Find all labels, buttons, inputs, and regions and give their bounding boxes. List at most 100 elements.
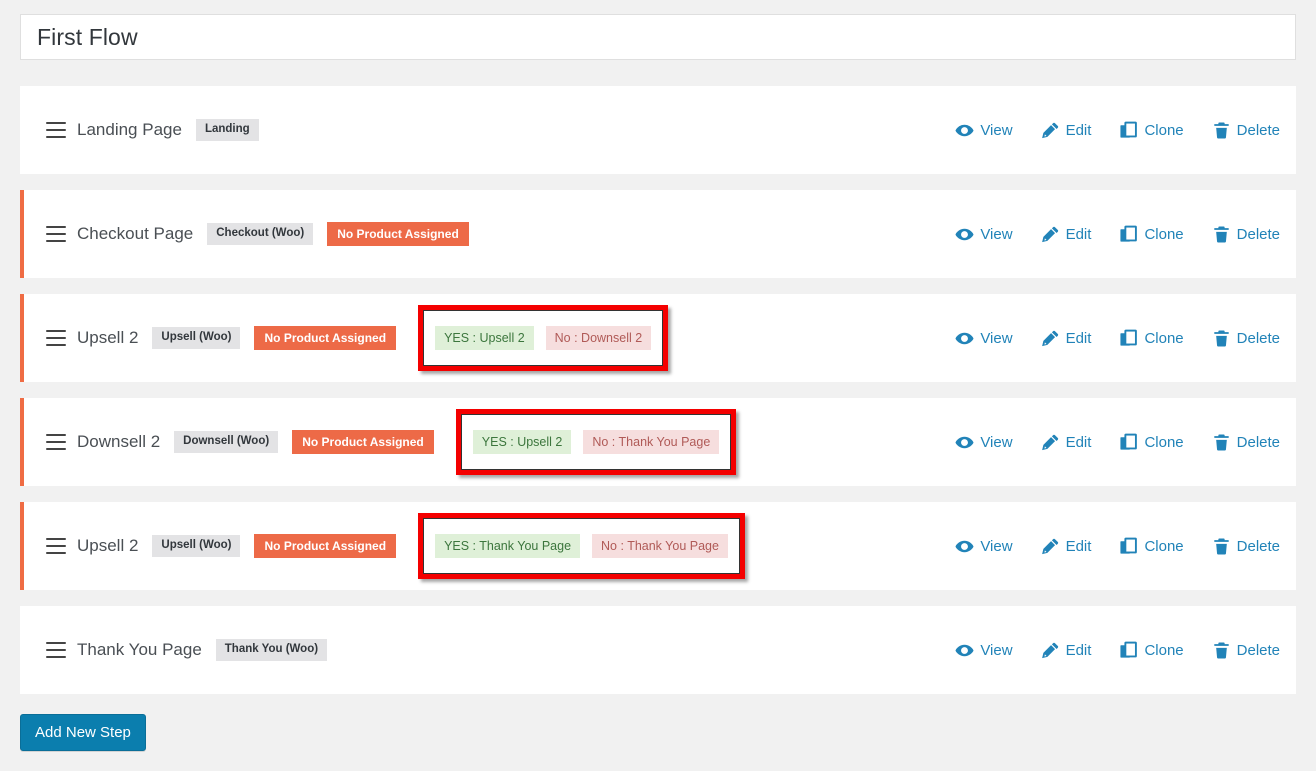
view-action[interactable]: View — [955, 225, 1012, 244]
copy-icon — [1119, 121, 1138, 140]
eye-icon — [955, 641, 974, 660]
pencil-icon — [1041, 537, 1060, 556]
edit-action[interactable]: Edit — [1041, 329, 1092, 348]
step-type-badge: Upsell (Woo) — [152, 327, 240, 349]
clone-action[interactable]: Clone — [1119, 225, 1183, 244]
add-new-step-button[interactable]: Add New Step — [20, 714, 146, 751]
step-row: Downsell 2Downsell (Woo)No Product Assig… — [20, 398, 1296, 486]
no-link-badge[interactable]: No : Thank You Page — [583, 430, 719, 454]
eye-icon — [955, 537, 974, 556]
drag-handle-icon[interactable] — [46, 434, 66, 450]
view-action-label: View — [980, 226, 1012, 243]
clone-action[interactable]: Clone — [1119, 537, 1183, 556]
yes-link-badge[interactable]: YES : Upsell 2 — [473, 430, 572, 454]
trash-icon — [1212, 329, 1231, 348]
step-row: Upsell 2 Upsell (Woo) No Product Assigned Y… — [20, 502, 1296, 590]
copy-icon — [1119, 225, 1138, 244]
delete-action[interactable]: Delete — [1212, 121, 1280, 140]
no-product-assigned-badge[interactable]: No Product Assigned — [292, 430, 434, 454]
copy-icon — [1119, 537, 1138, 556]
eye-icon — [955, 433, 974, 452]
edit-action[interactable]: Edit — [1041, 641, 1092, 660]
clone-action[interactable]: Clone — [1119, 329, 1183, 348]
no-product-assigned-badge[interactable]: No Product Assigned — [327, 222, 469, 246]
trash-icon — [1212, 121, 1231, 140]
pencil-icon — [1041, 225, 1060, 244]
edit-action-label: Edit — [1066, 434, 1092, 451]
view-action[interactable]: View — [955, 537, 1012, 556]
edit-action-label: Edit — [1066, 122, 1092, 139]
delete-action-label: Delete — [1237, 330, 1280, 347]
delete-action-label: Delete — [1237, 642, 1280, 659]
edit-action[interactable]: Edit — [1041, 433, 1092, 452]
step-info: Landing Page Landing — [46, 119, 955, 141]
edit-action[interactable]: Edit — [1041, 537, 1092, 556]
no-link-badge[interactable]: No : Downsell 2 — [546, 326, 652, 350]
clone-action-label: Clone — [1144, 538, 1183, 555]
yes-link-badge[interactable]: YES : Upsell 2 — [435, 326, 534, 350]
delete-action-label: Delete — [1237, 434, 1280, 451]
clone-action[interactable]: Clone — [1119, 641, 1183, 660]
step-name: Upsell 2 — [77, 328, 138, 348]
view-action-label: View — [980, 538, 1012, 555]
delete-action[interactable]: Delete — [1212, 641, 1280, 660]
clone-action[interactable]: Clone — [1119, 121, 1183, 140]
step-type-badge: Checkout (Woo) — [207, 223, 313, 245]
drag-handle-icon[interactable] — [46, 122, 66, 138]
trash-icon — [1212, 641, 1231, 660]
edit-action[interactable]: Edit — [1041, 225, 1092, 244]
drag-handle-icon[interactable] — [46, 226, 66, 242]
delete-action-label: Delete — [1237, 538, 1280, 555]
drag-handle-icon[interactable] — [46, 330, 66, 346]
view-action[interactable]: View — [955, 121, 1012, 140]
clone-action[interactable]: Clone — [1119, 433, 1183, 452]
flow-title-text: First Flow — [37, 26, 138, 49]
view-action-label: View — [980, 330, 1012, 347]
step-actions: View Edit Clone Delete — [955, 121, 1280, 140]
flow-title-field[interactable]: First Flow — [20, 14, 1296, 60]
pencil-icon — [1041, 433, 1060, 452]
step-info: Thank You PageThank You (Woo) — [46, 639, 955, 661]
step-actions: View Edit Clone Delete — [955, 537, 1280, 556]
view-action[interactable]: View — [955, 329, 1012, 348]
step-actions: View Edit Clone Delete — [955, 225, 1280, 244]
step-row: Upsell 2 Upsell (Woo) No Product Assigned Y… — [20, 294, 1296, 382]
no-product-assigned-badge[interactable]: No Product Assigned — [254, 326, 396, 350]
step-row: Thank You PageThank You (Woo) View Edit … — [20, 606, 1296, 694]
delete-action[interactable]: Delete — [1212, 433, 1280, 452]
step-type-badge: Upsell (Woo) — [152, 535, 240, 557]
link-callout-highlight: YES : Upsell 2 No : Thank You Page — [456, 409, 737, 475]
view-action[interactable]: View — [955, 433, 1012, 452]
no-link-badge[interactable]: No : Thank You Page — [592, 534, 728, 558]
link-callout-highlight: YES : Upsell 2 No : Downsell 2 — [418, 305, 668, 371]
yes-link-badge[interactable]: YES : Thank You Page — [435, 534, 580, 558]
no-product-assigned-badge[interactable]: No Product Assigned — [254, 534, 396, 558]
pencil-icon — [1041, 329, 1060, 348]
step-type-badge: Landing — [196, 119, 259, 141]
edit-action-label: Edit — [1066, 538, 1092, 555]
trash-icon — [1212, 537, 1231, 556]
eye-icon — [955, 121, 974, 140]
clone-action-label: Clone — [1144, 226, 1183, 243]
step-info: Downsell 2Downsell (Woo)No Product Assig… — [46, 409, 955, 475]
step-name: Landing Page — [77, 120, 182, 140]
view-action[interactable]: View — [955, 641, 1012, 660]
step-name: Upsell 2 — [77, 536, 138, 556]
copy-icon — [1119, 329, 1138, 348]
drag-handle-icon[interactable] — [46, 538, 66, 554]
delete-action[interactable]: Delete — [1212, 537, 1280, 556]
delete-action[interactable]: Delete — [1212, 225, 1280, 244]
clone-action-label: Clone — [1144, 642, 1183, 659]
eye-icon — [955, 329, 974, 348]
copy-icon — [1119, 641, 1138, 660]
clone-action-label: Clone — [1144, 122, 1183, 139]
step-row: Landing Page Landing View Edit Clone Dele… — [20, 86, 1296, 174]
pencil-icon — [1041, 121, 1060, 140]
clone-action-label: Clone — [1144, 330, 1183, 347]
delete-action[interactable]: Delete — [1212, 329, 1280, 348]
edit-action[interactable]: Edit — [1041, 121, 1092, 140]
step-actions: View Edit Clone Delete — [955, 433, 1280, 452]
view-action-label: View — [980, 434, 1012, 451]
drag-handle-icon[interactable] — [46, 642, 66, 658]
delete-action-label: Delete — [1237, 226, 1280, 243]
